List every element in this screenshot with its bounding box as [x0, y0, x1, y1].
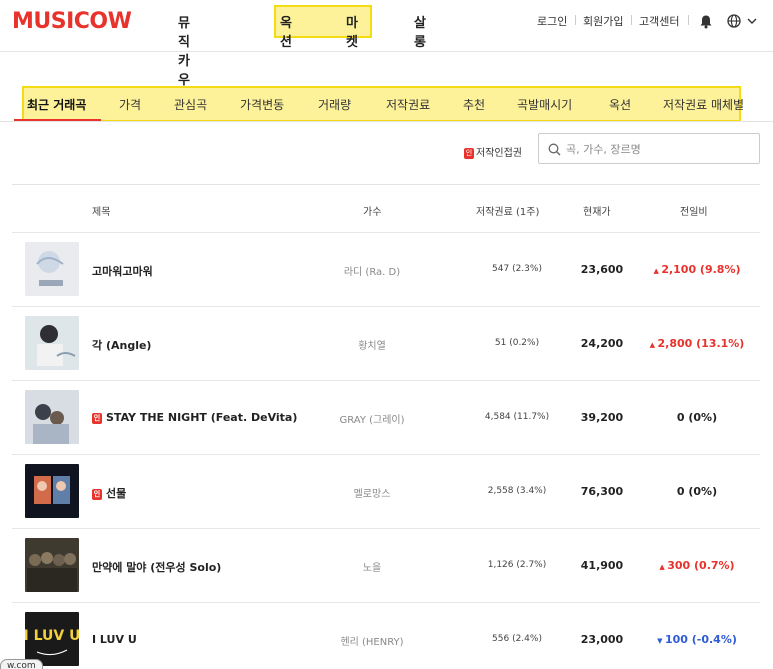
- tab-interest[interactable]: 관심곡: [174, 96, 207, 113]
- price-change: 0 (0%): [642, 485, 752, 498]
- song-title[interactable]: 인 선물: [92, 485, 126, 501]
- search-box: [538, 133, 760, 164]
- table-row[interactable]: 각 (Angle) 황치열 51 (0.2%) 24,200 ▲ 2,800 (13.1…: [12, 306, 760, 380]
- filter-label: 저작인접권: [476, 148, 522, 159]
- divider: [688, 15, 689, 25]
- signup-link[interactable]: 회원가입: [583, 13, 623, 29]
- price-change: ▲ 2,800 (13.1%): [642, 337, 752, 350]
- royalty-value: 2,558 (3.4%): [487, 486, 547, 496]
- price-change-value: 0 (0%): [676, 485, 718, 498]
- current-price: 41,900: [580, 559, 624, 572]
- current-price: 23,000: [580, 633, 624, 646]
- price-change-value: 2,800 (13.1%): [657, 337, 745, 350]
- support-link[interactable]: 고객센터: [639, 13, 679, 29]
- musicow-logo[interactable]: MUSICOW: [12, 9, 132, 34]
- tab-price[interactable]: 가격: [119, 96, 141, 113]
- chevron-down-icon[interactable]: [747, 18, 757, 25]
- top-header: MUSICOW 뮤직카우란 옥션 마켓 살롱 로그인 회원가입 고객센터: [0, 0, 773, 107]
- nav-salon[interactable]: 살롱: [414, 12, 426, 50]
- artist-name: 라디 (Ra. D): [343, 267, 401, 278]
- svg-text:I LUV U: I LUV U: [25, 628, 79, 644]
- down-arrow-icon: ▼: [657, 637, 665, 645]
- royalty-value: 547 (2.3%): [492, 264, 542, 274]
- song-title-text: 각 (Angle): [92, 339, 152, 352]
- album-cover[interactable]: [25, 538, 79, 592]
- price-change-value: 100 (-0.4%): [664, 633, 737, 646]
- artist-name: 헨리 (HENRY): [340, 637, 404, 648]
- globe-icon[interactable]: [727, 14, 741, 28]
- song-title[interactable]: 만약에 말야 (전우성 Solo): [92, 559, 221, 575]
- neighbor-rights-filter[interactable]: 인 저작인접권: [464, 144, 522, 159]
- royalty-value: 1,126 (2.7%): [487, 560, 547, 570]
- song-title[interactable]: I LUV U: [92, 633, 137, 646]
- current-price: 24,200: [580, 337, 624, 350]
- price-change: ▲ 300 (0.7%): [642, 559, 752, 572]
- artist-name: GRAY (그레이): [339, 415, 405, 426]
- royalty-value: 556 (2.4%): [492, 634, 542, 644]
- tabs-divider: [0, 121, 773, 122]
- bell-icon[interactable]: [699, 14, 713, 29]
- search-input[interactable]: [566, 140, 751, 158]
- table-row[interactable]: 인 선물 멜로망스 2,558 (3.4%) 76,300 0 (0%): [12, 454, 760, 528]
- album-cover[interactable]: [25, 390, 79, 444]
- current-price: 23,600: [580, 263, 624, 276]
- price-change: ▲ 2,100 (9.8%): [642, 263, 752, 276]
- tab-royalty[interactable]: 저작권료: [386, 96, 430, 113]
- price-change: 0 (0%): [642, 411, 752, 424]
- col-header-royalty[interactable]: 저작권료 (1주): [476, 203, 539, 218]
- col-header-price[interactable]: 현재가: [583, 203, 611, 218]
- song-title-text: STAY THE NIGHT (Feat. DeVita): [106, 411, 298, 424]
- neighbor-rights-badge: 인: [92, 488, 102, 500]
- tab-royalty-by-media[interactable]: 저작권료 매체별: [663, 96, 744, 113]
- neighbor-rights-badge: 인: [92, 412, 102, 424]
- album-cover[interactable]: [25, 316, 79, 370]
- col-header-change[interactable]: 전일비: [680, 203, 708, 218]
- nav-market[interactable]: 마켓: [346, 12, 358, 50]
- artist-name: 황치열: [358, 341, 386, 352]
- tab-auction[interactable]: 옥션: [609, 96, 631, 113]
- tab-volume[interactable]: 거래량: [318, 96, 351, 113]
- neighbor-rights-badge: 인: [464, 147, 474, 159]
- album-cover[interactable]: [25, 464, 79, 518]
- tab-recent-trades[interactable]: 최근 거래곡: [27, 96, 86, 113]
- price-change-value: 300 (0.7%): [667, 559, 735, 572]
- royalty-value: 51 (0.2%): [494, 338, 540, 348]
- song-title[interactable]: 각 (Angle): [92, 337, 151, 353]
- table-row[interactable]: I LUV U I LUV U 헨리 (HENRY) 556 (2.4%) 23,000…: [12, 602, 760, 669]
- table-row[interactable]: 고마워고마워 라디 (Ra. D) 547 (2.3%) 23,600 ▲ 2,100 …: [12, 232, 760, 306]
- tab-recommend[interactable]: 추천: [463, 96, 485, 113]
- url-tab-fragment: w.com: [0, 659, 43, 669]
- nav-auction[interactable]: 옥션: [280, 12, 292, 50]
- artist-name: 멜로망스: [353, 489, 391, 500]
- song-title[interactable]: 인 STAY THE NIGHT (Feat. DeVita): [92, 411, 297, 424]
- album-cover[interactable]: [25, 242, 79, 296]
- song-title-text: 만약에 말야 (전우성 Solo): [92, 561, 222, 574]
- tab-release-date[interactable]: 곡발매시기: [517, 96, 572, 113]
- table-row[interactable]: 인 STAY THE NIGHT (Feat. DeVita) GRAY (그레이)…: [12, 380, 760, 454]
- current-price: 76,300: [580, 485, 624, 498]
- royalty-value: 4,584 (11.7%): [484, 412, 550, 422]
- song-title-text: I LUV U: [92, 633, 137, 646]
- song-title-text: 고마워고마워: [92, 265, 153, 278]
- divider: [631, 15, 632, 25]
- price-change: ▼ 100 (-0.4%): [642, 633, 752, 646]
- current-price: 39,200: [580, 411, 624, 424]
- album-cover[interactable]: I LUV U: [25, 612, 79, 666]
- search-icon[interactable]: [548, 143, 561, 156]
- divider: [575, 15, 576, 25]
- table-row[interactable]: 만약에 말야 (전우성 Solo) 노을 1,126 (2.7%) 41,900 ▲ 3…: [12, 528, 760, 602]
- song-title-text: 선물: [106, 487, 127, 500]
- artist-name: 노을: [362, 563, 382, 574]
- song-title[interactable]: 고마워고마워: [92, 263, 153, 279]
- price-change-value: 2,100 (9.8%): [661, 263, 741, 276]
- price-change-value: 0 (0%): [676, 411, 718, 424]
- col-header-title: 제목: [92, 207, 111, 218]
- col-header-artist: 가수: [363, 207, 382, 218]
- table-top-border: [12, 184, 760, 185]
- login-link[interactable]: 로그인: [537, 13, 567, 29]
- tab-price-change[interactable]: 가격변동: [240, 96, 284, 113]
